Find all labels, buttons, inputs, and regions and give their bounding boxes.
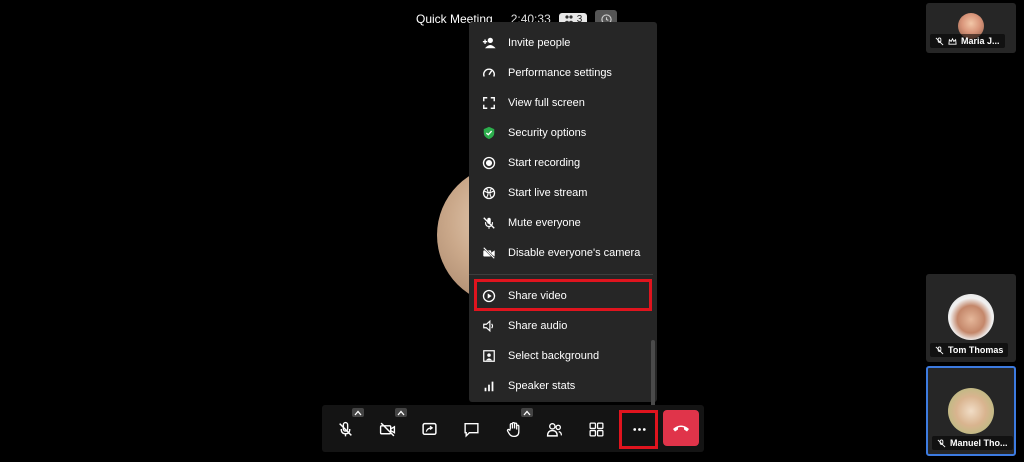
more-dots-icon [632, 427, 646, 431]
hangup-phone-icon [673, 425, 689, 432]
grid-icon [588, 421, 604, 437]
participant-name: Tom Thomas [948, 345, 1004, 355]
mute-everyone-icon [481, 215, 497, 231]
moderator-crown-icon [948, 37, 957, 45]
live-stream-icon [481, 185, 497, 201]
camera-toggle-button[interactable] [372, 415, 402, 443]
participants-button[interactable] [539, 415, 569, 443]
raise-hand-button[interactable] [498, 415, 528, 443]
menu-item-share-video[interactable]: Share video [469, 281, 653, 311]
camera-off-icon [379, 422, 395, 436]
fullscreen-icon [481, 95, 497, 111]
menu-item-security-options[interactable]: Security options [469, 118, 653, 148]
menu-item-invite-people[interactable]: Invite people [469, 28, 653, 58]
participant-name: Maria J... [961, 36, 1000, 46]
chevron-up-icon [354, 410, 362, 415]
menu-item-performance-settings[interactable]: Performance settings [469, 58, 653, 88]
participant-name-bar: Manuel Tho... [932, 436, 1013, 450]
microphone-toggle-button[interactable] [330, 415, 360, 443]
performance-gauge-icon [481, 65, 497, 81]
menu-item-label: Select background [508, 350, 600, 362]
screen-share-button[interactable] [414, 415, 444, 443]
video-settings-caret[interactable] [395, 408, 407, 417]
menu-item-label: Speaker stats [508, 380, 576, 392]
menu-item-label: Disable everyone's camera [508, 247, 641, 259]
leave-meeting-button[interactable] [663, 410, 699, 446]
menu-item-label: Invite people [508, 37, 571, 49]
meeting-toolbar [322, 405, 704, 452]
muted-microphone-icon [937, 438, 946, 447]
speaker-icon [481, 318, 497, 334]
security-shield-icon [481, 125, 497, 141]
disable-camera-icon [481, 245, 497, 261]
participant-thumbnail[interactable]: Maria J... [926, 3, 1016, 53]
reactions-caret[interactable] [521, 408, 533, 417]
menu-item-speaker-stats[interactable]: Speaker stats [469, 371, 653, 401]
participant-name: Manuel Tho... [950, 438, 1008, 448]
stats-bars-icon [481, 378, 497, 394]
play-circle-icon [481, 288, 497, 304]
menu-item-view-full-screen[interactable]: View full screen [469, 88, 653, 118]
background-image-icon [481, 348, 497, 364]
microphone-muted-icon [338, 421, 352, 436]
tile-view-button[interactable] [581, 415, 611, 443]
more-actions-button[interactable] [624, 415, 654, 443]
participants-icon [546, 422, 562, 437]
chat-button[interactable] [456, 415, 486, 443]
screen-share-icon [421, 422, 437, 435]
menu-item-disable-everyones-camera[interactable]: Disable everyone's camera [469, 238, 653, 268]
menu-item-label: Share video [508, 290, 567, 302]
raise-hand-icon [506, 421, 519, 437]
more-actions-menu: Invite people Performance settings View … [469, 22, 657, 420]
menu-item-label: View full screen [508, 97, 585, 109]
menu-item-start-live-stream[interactable]: Start live stream [469, 178, 653, 208]
menu-item-label: Performance settings [508, 67, 612, 79]
menu-item-start-recording[interactable]: Start recording [469, 148, 653, 178]
menu-item-label: Share audio [508, 320, 568, 332]
record-icon [481, 155, 497, 171]
menu-item-label: Mute everyone [508, 217, 581, 229]
participant-avatar [948, 294, 994, 340]
participant-thumbnail-active[interactable]: Manuel Tho... [926, 366, 1016, 456]
chevron-up-icon [397, 410, 405, 415]
participant-avatar [948, 388, 994, 434]
menu-item-label: Start recording [508, 157, 581, 169]
invite-people-icon [481, 35, 497, 51]
menu-item-label: Start live stream [508, 187, 588, 199]
chat-bubble-icon [463, 422, 479, 438]
menu-item-label: Security options [508, 127, 587, 139]
muted-microphone-icon [935, 36, 944, 45]
chevron-up-icon [523, 410, 531, 415]
audio-settings-caret[interactable] [352, 408, 364, 417]
participant-name-bar: Tom Thomas [930, 343, 1009, 357]
participant-name-bar: Maria J... [930, 34, 1005, 48]
menu-item-mute-everyone[interactable]: Mute everyone [469, 208, 653, 238]
menu-divider [469, 274, 653, 275]
participant-thumbnail[interactable]: Tom Thomas [926, 274, 1016, 362]
menu-item-select-background[interactable]: Select background [469, 341, 653, 371]
muted-microphone-icon [935, 345, 944, 354]
menu-item-share-audio[interactable]: Share audio [469, 311, 653, 341]
